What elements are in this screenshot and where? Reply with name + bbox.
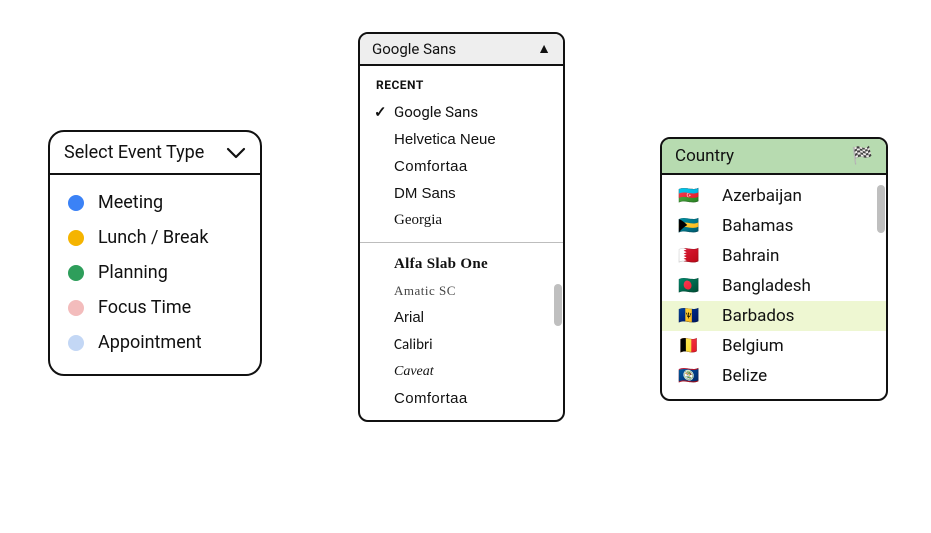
- font-option-label: DM Sans: [394, 185, 553, 202]
- event-type-list: Meeting Lunch / Break Planning Focus Time Ap…: [50, 175, 260, 374]
- event-type-option-label: Lunch / Break: [98, 227, 208, 248]
- country-option-label: Belize: [722, 366, 767, 386]
- event-type-label: Select Event Type: [64, 142, 204, 163]
- country-option-label: Bahamas: [722, 216, 793, 236]
- color-dot-icon: [68, 335, 84, 351]
- event-type-option[interactable]: Appointment: [54, 325, 256, 360]
- font-option-label: Arial: [394, 309, 553, 326]
- country-option[interactable]: 🇧🇧 Barbados: [662, 301, 886, 331]
- country-label: Country: [675, 146, 734, 166]
- checkered-flag-icon: 🏁: [852, 146, 873, 166]
- font-option-label: Calibri: [394, 336, 553, 354]
- font-option[interactable]: Helvetica Neue: [360, 126, 563, 153]
- event-type-trigger[interactable]: Select Event Type: [50, 132, 260, 175]
- country-option-label: Azerbaijan: [722, 186, 802, 206]
- country-option-label: Bahrain: [722, 246, 779, 266]
- color-dot-icon: [68, 230, 84, 246]
- flag-icon: 🇧🇸: [678, 218, 702, 235]
- flag-icon: 🇧🇭: [678, 248, 702, 265]
- event-type-option-label: Focus Time: [98, 297, 191, 318]
- chevron-down-icon: [226, 143, 246, 163]
- font-option-label: Google Sans: [394, 103, 553, 121]
- divider: [360, 242, 563, 243]
- country-option[interactable]: 🇧🇪 Belgium: [662, 331, 886, 361]
- font-option[interactable]: Arial: [360, 304, 563, 331]
- event-type-option-label: Meeting: [98, 192, 163, 213]
- font-option-label: Alfa Slab One: [394, 256, 553, 273]
- country-option-label: Barbados: [722, 306, 794, 326]
- font-option-label: Comfortaa: [394, 158, 553, 175]
- font-option-label: Amatic SC: [394, 283, 553, 299]
- country-option-label: Bangladesh: [722, 276, 811, 296]
- country-option[interactable]: 🇧🇭 Bahrain: [662, 241, 886, 271]
- flag-icon: 🇧🇧: [678, 308, 702, 325]
- font-option[interactable]: Amatic SC: [360, 278, 563, 304]
- font-option[interactable]: Calibri: [360, 331, 563, 359]
- event-type-option[interactable]: Planning: [54, 255, 256, 290]
- font-option[interactable]: Alfa Slab One: [360, 251, 563, 278]
- font-option[interactable]: DM Sans: [360, 180, 563, 207]
- country-trigger[interactable]: Country 🏁: [662, 139, 886, 175]
- font-list: RECENT ✓Google Sans Helvetica Neue Comfort…: [360, 66, 563, 420]
- country-option[interactable]: 🇧🇩 Bangladesh: [662, 271, 886, 301]
- scrollbar-thumb[interactable]: [877, 185, 885, 233]
- flag-icon: 🇧🇪: [678, 338, 702, 355]
- font-option[interactable]: ✓Google Sans: [360, 98, 563, 126]
- country-menu: Country 🏁 🇦🇿 Azerbaijan 🇧🇸 Bahamas 🇧🇭 Bahrain…: [660, 137, 888, 401]
- font-option-label: Helvetica Neue: [394, 131, 553, 148]
- event-type-option[interactable]: Lunch / Break: [54, 220, 256, 255]
- event-type-option-label: Planning: [98, 262, 168, 283]
- color-dot-icon: [68, 195, 84, 211]
- font-trigger[interactable]: Google Sans ▲: [360, 34, 563, 66]
- font-option-label: Georgia: [394, 212, 553, 229]
- font-option[interactable]: Comfortaa: [360, 385, 563, 412]
- font-selected-label: Google Sans: [372, 40, 456, 58]
- color-dot-icon: [68, 300, 84, 316]
- event-type-menu: Select Event Type Meeting Lunch / Break Pl…: [48, 130, 262, 376]
- country-option[interactable]: 🇧🇸 Bahamas: [662, 211, 886, 241]
- event-type-option[interactable]: Meeting: [54, 185, 256, 220]
- font-option-label: Comfortaa: [394, 390, 553, 407]
- flag-icon: 🇧🇩: [678, 278, 702, 295]
- event-type-option[interactable]: Focus Time: [54, 290, 256, 325]
- font-option-label: Caveat: [394, 364, 553, 380]
- event-type-option-label: Appointment: [98, 332, 202, 353]
- country-option[interactable]: 🇦🇿 Azerbaijan: [662, 181, 886, 211]
- font-option[interactable]: Caveat: [360, 359, 563, 385]
- font-option[interactable]: Georgia: [360, 207, 563, 234]
- color-dot-icon: [68, 265, 84, 281]
- triangle-up-icon: ▲: [537, 42, 551, 56]
- scrollbar-thumb[interactable]: [554, 284, 562, 326]
- checkmark-icon: ✓: [374, 103, 394, 121]
- font-menu: Google Sans ▲ RECENT ✓Google SansHelveti…: [358, 32, 565, 422]
- font-section-recent-label: RECENT: [360, 76, 563, 98]
- font-option[interactable]: Comfortaa: [360, 153, 563, 180]
- flag-icon: 🇧🇿: [678, 368, 702, 385]
- country-option[interactable]: 🇧🇿 Belize: [662, 361, 886, 391]
- country-option-label: Belgium: [722, 336, 784, 356]
- country-list: 🇦🇿 Azerbaijan 🇧🇸 Bahamas 🇧🇭 Bahrain 🇧🇩 Banglade…: [662, 175, 886, 399]
- flag-icon: 🇦🇿: [678, 188, 702, 205]
